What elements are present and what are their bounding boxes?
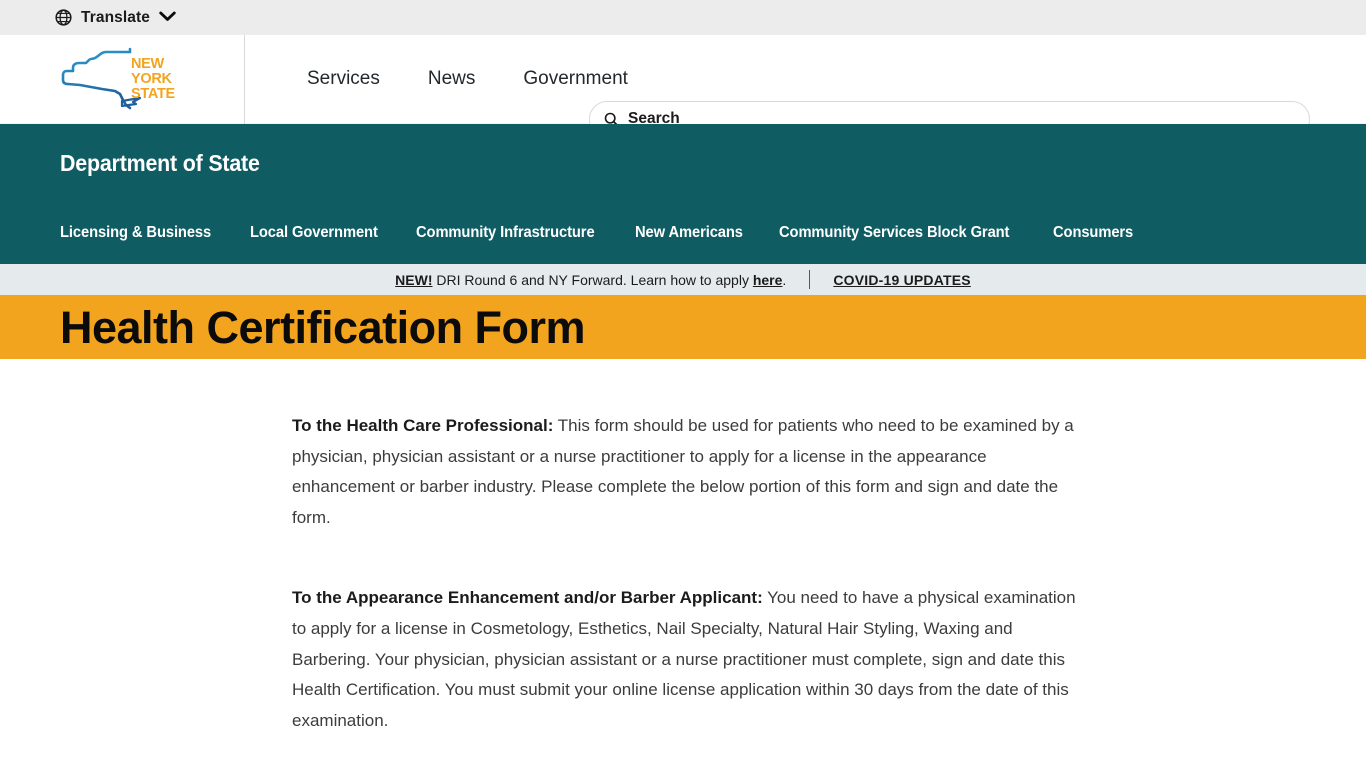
paragraph-appearance-enhancement-applicant: To the Appearance Enhancement and/or Bar… [292,583,1077,736]
ny-state-outline-icon: NEW YORK STATE [61,47,176,110]
agency-nav-new-americans[interactable]: New Americans [635,224,743,242]
svg-text:NEW: NEW [131,56,165,72]
translate-label: Translate [81,8,150,26]
chevron-down-icon [159,10,176,25]
main-navigation: Services News Government [245,68,652,90]
paragraph-lead: To the Health Care Professional: [292,416,554,435]
paragraph-health-care-professional: To the Health Care Professional: This fo… [292,411,1077,533]
agency-header: Department of State Licensing & Business… [0,124,1366,264]
alert-message-suffix: . [782,271,787,288]
utility-bar: Translate [0,0,1366,35]
alert-here-link[interactable]: here [753,272,783,288]
paragraph-text: You need to have a physical examination … [292,588,1076,730]
alert-message-text: DRI Round 6 and NY Forward. Learn how to… [432,271,753,288]
alert-covid: COVID-19 UPDATES [833,272,971,288]
nav-item-news[interactable]: News [404,68,500,90]
agency-nav-community-infrastructure[interactable]: Community Infrastructure [416,224,595,242]
new-york-state-logo[interactable]: NEW YORK STATE [0,34,245,124]
nav-item-government[interactable]: Government [499,68,652,90]
masthead: NEW YORK STATE Services News Government … [0,34,1366,137]
agency-nav-community-services-block-grant[interactable]: Community Services Block Grant [779,224,1009,242]
alert-new-badge[interactable]: NEW! [395,272,432,288]
agency-nav-local-government[interactable]: Local Government [250,224,378,242]
alert-divider [809,270,811,289]
agency-nav-licensing-business[interactable]: Licensing & Business [60,224,211,242]
svg-text:STATE: STATE [131,86,176,102]
svg-text:YORK: YORK [131,71,173,87]
main-content: To the Health Care Professional: This fo… [0,359,1366,736]
alert-bar: NEW! DRI Round 6 and NY Forward. Learn h… [0,264,1366,295]
covid-updates-link[interactable]: COVID-19 UPDATES [833,272,971,288]
page-title-band: Health Certification Form [0,295,1366,359]
agency-navigation: Licensing & Business Local Government Co… [60,202,1366,264]
globe-icon [55,9,72,26]
agency-nav-consumers[interactable]: Consumers [1053,224,1133,242]
agency-title[interactable]: Department of State [60,124,260,202]
nav-item-services[interactable]: Services [283,68,404,90]
paragraph-lead: To the Appearance Enhancement and/or Bar… [292,588,763,608]
translate-button[interactable]: Translate [55,9,176,27]
alert-message: NEW! DRI Round 6 and NY Forward. Learn h… [395,272,786,288]
page-title: Health Certification Form [60,301,586,353]
